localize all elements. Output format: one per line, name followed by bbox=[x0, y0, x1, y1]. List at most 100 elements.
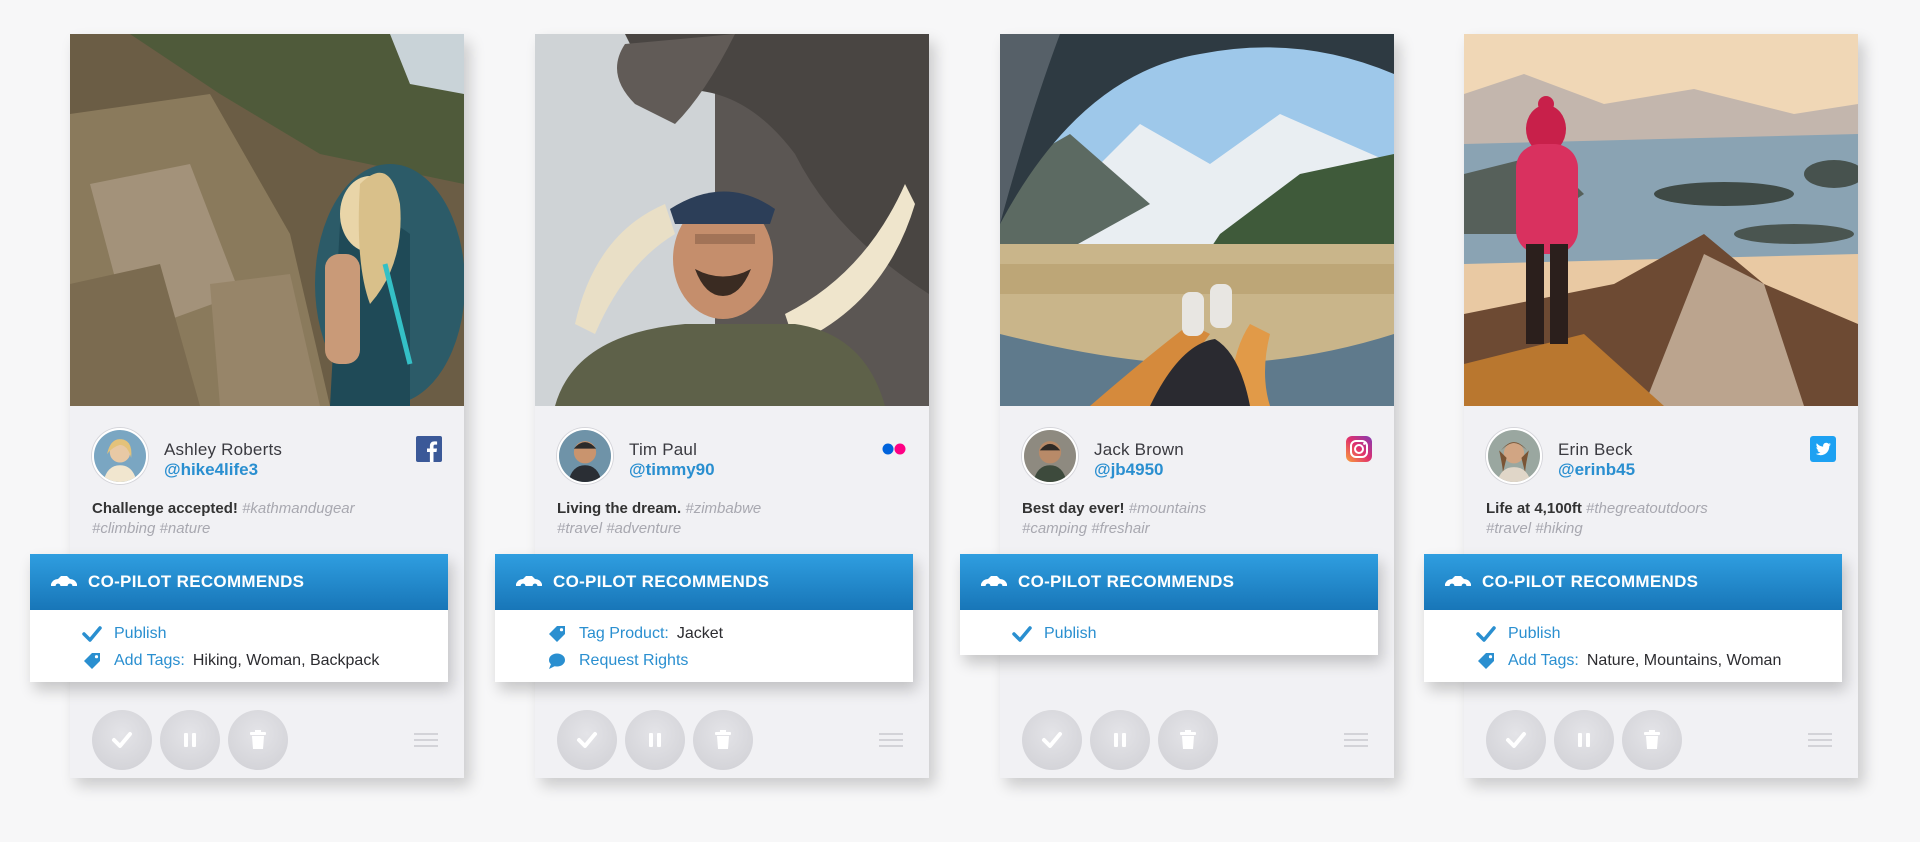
avatar[interactable] bbox=[1022, 428, 1078, 484]
pause-icon bbox=[184, 733, 196, 747]
post-photo[interactable] bbox=[1000, 34, 1394, 406]
caption-hashtags: #kathmandugear bbox=[242, 500, 355, 517]
caption-hashtags: #thegreatoutdoors bbox=[1586, 500, 1708, 517]
pause-icon bbox=[649, 733, 661, 747]
twitter-icon bbox=[1810, 436, 1836, 462]
caption-hashtags: #zimbabwe bbox=[685, 500, 762, 517]
recommendation-add-tags[interactable]: Add Tags: Nature, Mountains, Woman bbox=[1476, 647, 1842, 674]
facebook-icon bbox=[416, 436, 442, 462]
avatar[interactable] bbox=[557, 428, 613, 484]
author-profile: Jack Brown @jb4950 bbox=[1022, 428, 1372, 488]
author-handle[interactable]: @erinb45 bbox=[1558, 460, 1635, 480]
caption-hashtags: #travel #hiking bbox=[1486, 520, 1583, 537]
author-name: Jack Brown bbox=[1094, 440, 1184, 459]
recommendation-label: Publish bbox=[114, 624, 167, 642]
copilot-banner: CO-PILOT RECOMMENDS bbox=[960, 554, 1378, 610]
copilot-recommendations-panel: CO-PILOT RECOMMENDS Publish Add Tags: Hi… bbox=[30, 554, 448, 682]
moderation-actions bbox=[92, 710, 442, 770]
post-caption: Best day ever! #mountains #camping #fres… bbox=[1022, 499, 1372, 539]
pause-button[interactable] bbox=[1554, 710, 1614, 770]
approve-button[interactable] bbox=[1486, 710, 1546, 770]
flickr-icon bbox=[881, 436, 907, 462]
recommendation-label: Publish bbox=[1508, 624, 1561, 642]
banner-title: CO-PILOT RECOMMENDS bbox=[553, 572, 770, 591]
recommendation-label: Add Tags: bbox=[1508, 651, 1579, 669]
caption-lead: Life at 4,100ft bbox=[1486, 500, 1582, 517]
copilot-recommendations-panel: CO-PILOT RECOMMENDS Tag Product: Jacket … bbox=[495, 554, 913, 682]
moderation-actions bbox=[557, 710, 907, 770]
banner-title: CO-PILOT RECOMMENDS bbox=[1018, 572, 1235, 591]
copilot-banner: CO-PILOT RECOMMENDS bbox=[30, 554, 448, 610]
checkmark-icon bbox=[1476, 625, 1496, 643]
car-icon bbox=[51, 576, 77, 589]
pause-icon bbox=[1578, 733, 1590, 747]
caption-lead: Challenge accepted! bbox=[92, 500, 238, 517]
car-icon bbox=[1445, 576, 1471, 589]
post-photo[interactable] bbox=[535, 34, 929, 406]
delete-button[interactable] bbox=[1622, 710, 1682, 770]
copilot-banner: CO-PILOT RECOMMENDS bbox=[495, 554, 913, 610]
recommendation-add-tags[interactable]: Add Tags: Hiking, Woman, Backpack bbox=[82, 647, 448, 674]
checkmark-icon bbox=[1012, 625, 1032, 643]
copilot-banner: CO-PILOT RECOMMENDS bbox=[1424, 554, 1842, 610]
author-handle[interactable]: @hike4life3 bbox=[164, 460, 258, 480]
caption-lead: Best day ever! bbox=[1022, 500, 1125, 517]
pause-button[interactable] bbox=[625, 710, 685, 770]
post-caption: Challenge accepted! #kathmandugear #clim… bbox=[92, 499, 442, 539]
recommendation-value: Hiking, Woman, Backpack bbox=[192, 651, 380, 669]
delete-button[interactable] bbox=[1158, 710, 1218, 770]
recommendation-request-rights[interactable]: Request Rights bbox=[547, 647, 913, 674]
copilot-recommendations-panel: CO-PILOT RECOMMENDS Publish Add Tags: Na… bbox=[1424, 554, 1842, 682]
approve-button[interactable] bbox=[92, 710, 152, 770]
tag-icon bbox=[82, 652, 102, 670]
recommendation-publish[interactable]: Publish bbox=[1012, 620, 1378, 647]
author-handle[interactable]: @jb4950 bbox=[1094, 460, 1164, 480]
caption-hashtags: #travel #adventure bbox=[557, 520, 682, 537]
author-profile: Erin Beck @erinb45 bbox=[1486, 428, 1836, 488]
recommendation-label: Tag Product: bbox=[579, 624, 669, 642]
approve-button[interactable] bbox=[1022, 710, 1082, 770]
ugc-card: Jack Brown @jb4950 Best day ever! #mount… bbox=[960, 34, 1394, 778]
caption-lead: Living the dream. bbox=[557, 500, 682, 517]
banner-title: CO-PILOT RECOMMENDS bbox=[1482, 572, 1699, 591]
trash-icon bbox=[715, 730, 731, 749]
post-photo[interactable] bbox=[1464, 34, 1858, 406]
ugc-card: Erin Beck @erinb45 Life at 4,100ft #theg… bbox=[1424, 34, 1858, 778]
recommendation-value: Jacket bbox=[676, 624, 724, 642]
chat-bubble-icon bbox=[547, 652, 567, 670]
approve-button[interactable] bbox=[557, 710, 617, 770]
drag-handle-icon[interactable] bbox=[1344, 733, 1368, 749]
delete-button[interactable] bbox=[228, 710, 288, 770]
avatar[interactable] bbox=[92, 428, 148, 484]
drag-handle-icon[interactable] bbox=[879, 733, 903, 749]
caption-hashtags: #camping #freshair bbox=[1022, 520, 1150, 537]
drag-handle-icon[interactable] bbox=[414, 733, 438, 749]
author-name: Erin Beck bbox=[1558, 440, 1633, 459]
recommendation-label: Add Tags: bbox=[114, 651, 185, 669]
checkmark-icon bbox=[1506, 732, 1526, 748]
trash-icon bbox=[1180, 730, 1196, 749]
recommendation-tag-product[interactable]: Tag Product: Jacket bbox=[547, 620, 913, 647]
author-name: Ashley Roberts bbox=[164, 440, 283, 459]
drag-handle-icon[interactable] bbox=[1808, 733, 1832, 749]
pause-button[interactable] bbox=[160, 710, 220, 770]
pause-button[interactable] bbox=[1090, 710, 1150, 770]
banner-title: CO-PILOT RECOMMENDS bbox=[88, 572, 305, 591]
recommendation-publish[interactable]: Publish bbox=[82, 620, 448, 647]
trash-icon bbox=[1644, 730, 1660, 749]
tag-icon bbox=[1476, 652, 1496, 670]
tag-icon bbox=[547, 625, 567, 643]
recommendation-label: Publish bbox=[1044, 624, 1097, 642]
avatar[interactable] bbox=[1486, 428, 1542, 484]
author-name: Tim Paul bbox=[629, 440, 698, 459]
car-icon bbox=[516, 576, 542, 589]
author-handle[interactable]: @timmy90 bbox=[629, 460, 715, 480]
moderation-actions bbox=[1486, 710, 1836, 770]
delete-button[interactable] bbox=[693, 710, 753, 770]
checkmark-icon bbox=[1042, 732, 1062, 748]
post-photo[interactable] bbox=[70, 34, 464, 406]
pause-icon bbox=[1114, 733, 1126, 747]
recommendation-publish[interactable]: Publish bbox=[1476, 620, 1842, 647]
checkmark-icon bbox=[112, 732, 132, 748]
post-caption: Life at 4,100ft #thegreatoutdoors #trave… bbox=[1486, 499, 1836, 539]
